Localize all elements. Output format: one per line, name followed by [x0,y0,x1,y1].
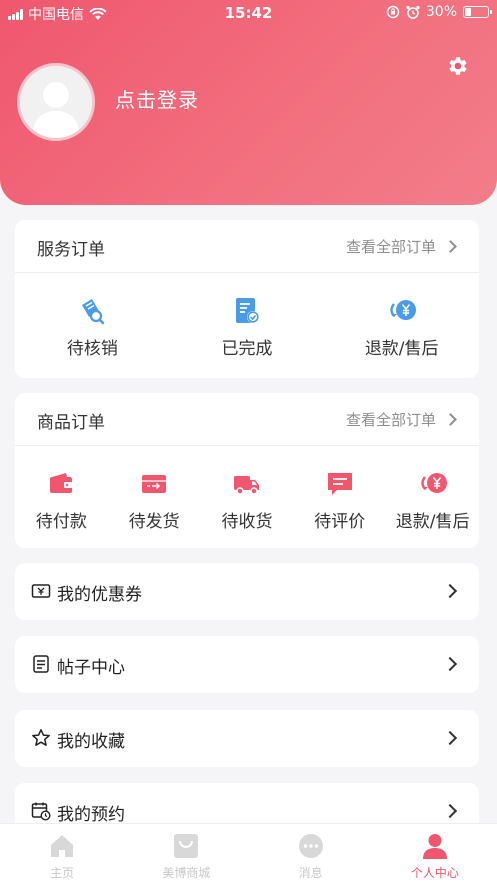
tab-label: 美博商城 [162,866,211,880]
post-list-icon [33,655,49,673]
menu-item-post-center[interactable]: 帖子中心 [15,636,479,693]
chevron-right-icon [442,730,458,746]
menu-item-label: 我的优惠券 [57,585,142,605]
default-avatar-icon [20,66,92,138]
service-order-refund[interactable]: 退款/售后 [324,274,479,378]
battery-percent: 30% [425,4,457,20]
package-send-icon [142,475,167,493]
service-orders-card: 服务订单 查看全部订单 待核销 已完成 退款/售后 [15,220,479,378]
chevron-right-icon [444,413,457,426]
chevron-right-icon [444,240,457,253]
goods-orders-header: 商品订单 查看全部订单 [15,393,479,446]
view-all-label: 查看全部订单 [345,411,436,429]
chevron-right-icon [442,583,458,599]
coupon-icon [31,584,51,598]
avatar[interactable] [17,63,95,141]
menu-item-label: 帖子中心 [57,658,125,678]
tab-profile[interactable]: 个人中心 [373,824,497,883]
service-order-label: 退款/售后 [364,339,439,359]
settings-gear-icon[interactable] [445,54,469,78]
menu-item-appointments[interactable]: 我的预约 [15,783,479,825]
yuan-refund-icon [389,300,416,320]
view-all-label: 查看全部订单 [345,238,436,256]
home-icon [51,835,74,857]
service-orders-header: 服务订单 查看全部订单 [15,220,479,273]
bottom-tab-bar: 主页 美博商城 消息 个人中心 [0,823,497,883]
shopping-bag-icon [174,834,199,858]
tab-home[interactable]: 主页 [0,824,124,883]
ticket-search-icon [82,299,105,325]
goods-orders-title: 商品订单 [37,413,105,433]
goods-order-pending-payment[interactable]: 待付款 [15,447,108,548]
yuan-refund-icon [420,473,447,493]
goods-order-label: 待评价 [314,512,366,532]
goods-orders-card: 商品订单 查看全部订单 待付款 待发货 待收货 待评价 退款/售后 [15,393,479,548]
goods-order-pending-review[interactable]: 待评价 [293,447,386,548]
service-order-label: 待核销 [66,339,118,359]
tab-label: 主页 [50,866,75,880]
menu-item-label: 我的收藏 [57,732,125,752]
service-order-pending-verify[interactable]: 待核销 [15,274,170,378]
battery-icon [463,6,492,18]
login-link[interactable]: 点击登录 [115,84,199,113]
status-bar: 中国电信 15:42 30% [0,0,497,26]
service-order-label: 已完成 [221,339,273,359]
tab-mall[interactable]: 美博商城 [124,824,248,883]
menu-item-favorites[interactable]: 我的收藏 [15,710,479,767]
rotation-lock-icon [386,5,400,19]
comment-icon [327,473,352,495]
goods-order-pending-receipt[interactable]: 待收货 [201,447,294,548]
goods-orders-view-all-link[interactable]: 查看全部订单 [345,409,457,430]
tab-label: 个人中心 [410,866,459,880]
alarm-icon [406,5,420,19]
service-order-completed[interactable]: 已完成 [170,274,325,378]
wallet-icon [50,473,73,493]
goods-order-pending-shipment[interactable]: 待发货 [108,447,201,548]
tab-messages[interactable]: 消息 [249,824,373,883]
truck-icon [233,476,259,495]
menu-item-label: 我的预约 [57,805,125,825]
calendar-clock-icon [31,802,51,821]
goods-order-label: 待付款 [35,512,87,532]
goods-order-label: 待收货 [221,512,273,532]
goods-order-label: 退款/售后 [395,512,470,532]
menu-item-coupons[interactable]: 我的优惠券 [15,563,479,620]
person-icon [422,834,447,859]
service-orders-view-all-link[interactable]: 查看全部订单 [345,236,457,257]
chevron-right-icon [442,803,458,819]
service-orders-title: 服务订单 [37,240,105,260]
chat-bubble-icon [298,834,323,858]
document-check-icon [236,298,259,323]
battery-fill [465,8,471,16]
chevron-right-icon [442,656,458,672]
tab-label: 消息 [298,866,323,880]
goods-order-label: 待发货 [128,512,180,532]
goods-order-refund[interactable]: 退款/售后 [386,447,479,548]
star-icon [32,729,50,746]
